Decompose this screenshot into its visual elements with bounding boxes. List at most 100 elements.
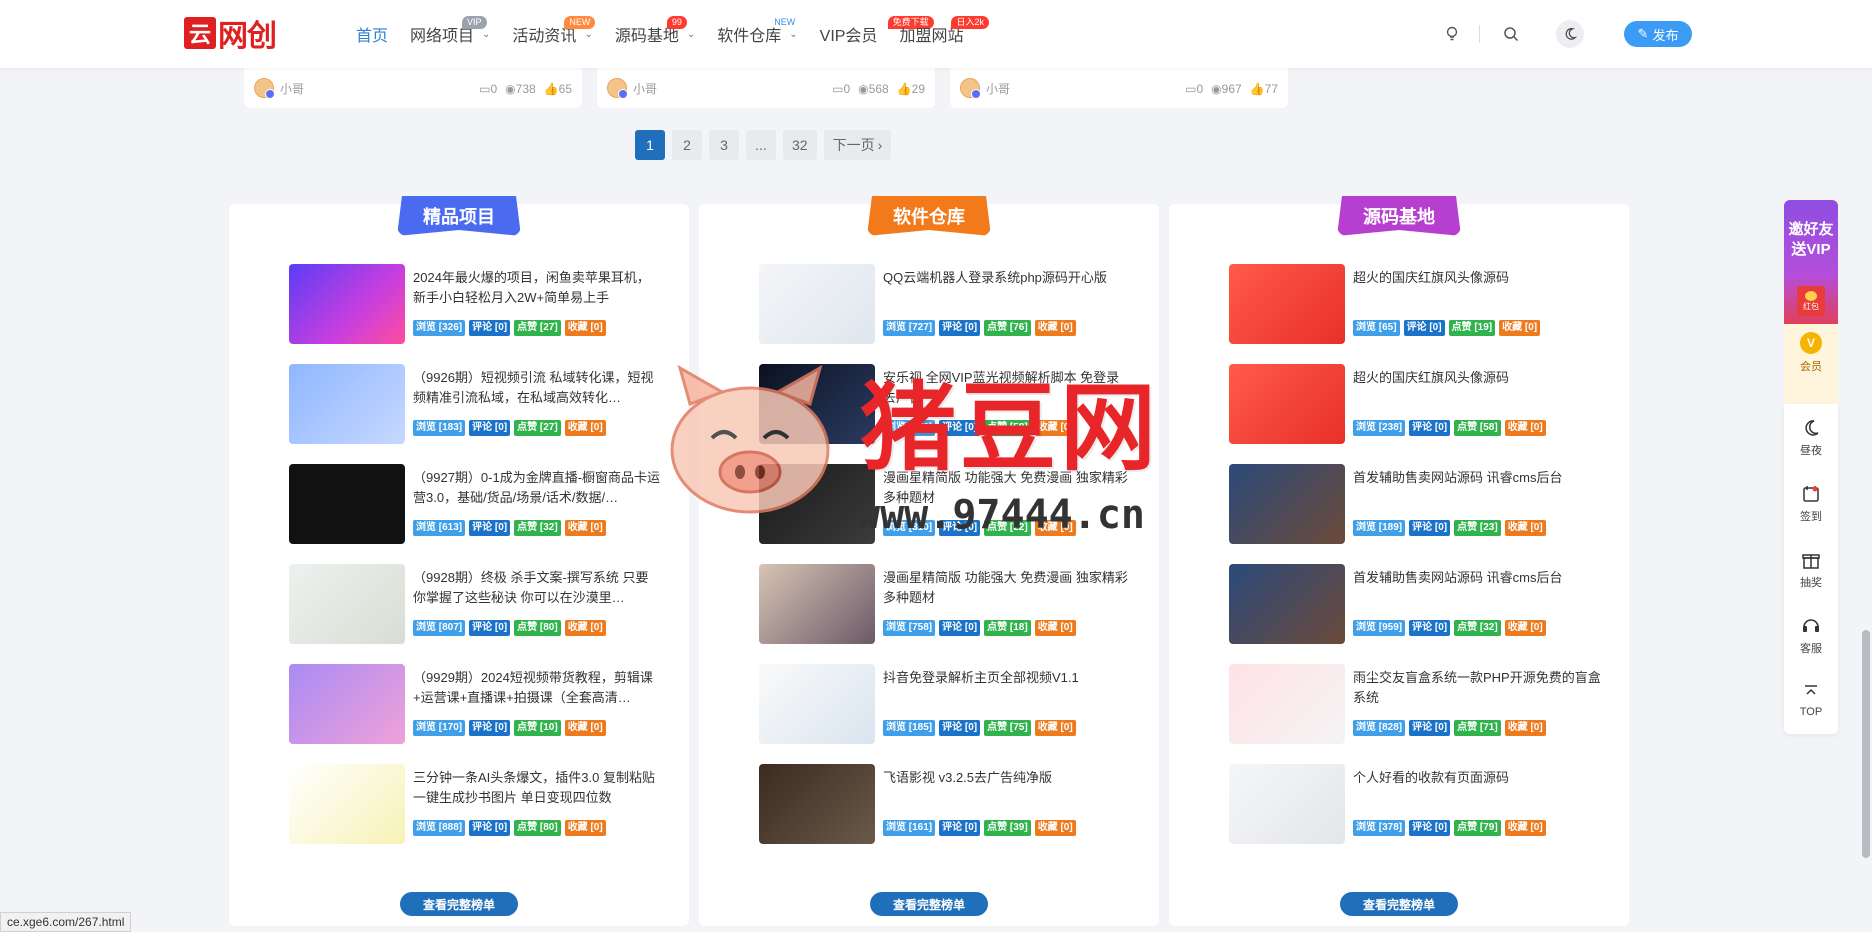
nav-item[interactable]: 活动资讯 NEW ⌄ [512,0,596,68]
item-thumbnail[interactable] [759,664,875,744]
item-title[interactable]: （9929期）2024短视频带货教程，剪辑课+运营课+直播课+拍摄课（全套高清… [413,668,661,708]
item-thumbnail[interactable] [759,764,875,844]
nav-item[interactable]: 首页 [356,0,388,68]
page-button[interactable]: 3 [709,130,739,160]
item-title[interactable]: 漫画星精简版 功能强大 免费漫画 独家精彩 多种题材 [883,568,1131,608]
list-item[interactable]: 首发辅助售卖网站源码 讯睿cms后台 浏览 [959] 评论 [0] 点赞 [32] 收… [1229,564,1609,664]
like-count-tag: 点赞 [32] [514,520,561,536]
list-item[interactable]: 飞语影视 v3.2.5去广告纯净版 浏览 [161] 评论 [0] 点赞 [39] 收藏… [759,764,1139,864]
item-thumbnail[interactable] [759,564,875,644]
site-logo[interactable]: 云 网创 [184,15,277,53]
chevron-down-icon: ⌄ [789,28,798,40]
list-item[interactable]: 三分钟一条AI头条爆文，插件3.0 复制粘贴一键生成抄书图片 单日变现四位数 浏览… [289,764,669,864]
list-item[interactable]: （9926期）短视频引流 私域转化课，短视频精准引流私域，在私域高效转化… 浏览 … [289,364,669,464]
item-thumbnail[interactable] [759,264,875,344]
item-title[interactable]: （9926期）短视频引流 私域转化课，短视频精准引流私域，在私域高效转化… [413,368,661,408]
item-title[interactable]: 安乐视 全网VIP蓝光视频解析脚本 免登录 去广告 [883,368,1131,408]
item-thumbnail[interactable] [759,364,875,444]
invite-friends-button[interactable]: 邀好友送VIP 红包 [1784,200,1838,324]
header-actions: ✎ 发布 [1421,0,1692,68]
item-thumbnail[interactable] [289,364,405,444]
list-item[interactable]: 抖音免登录解析主页全部视频V1.1 浏览 [185] 评论 [0] 点赞 [75] 收藏… [759,664,1139,764]
next-page-button[interactable]: 下一页 › [823,130,892,160]
page-button[interactable]: ... [746,130,776,160]
status-bar-url: ce.xge6.com/267.html [0,912,132,932]
item-title[interactable]: 个人好看的收款有页面源码 [1353,768,1601,808]
page-button[interactable]: 2 [672,130,702,160]
post-author[interactable]: 小哥 [960,78,1010,99]
comment-icon: ▭ [479,82,491,96]
item-thumbnail[interactable] [1229,364,1345,444]
item-thumbnail[interactable] [1229,664,1345,744]
list-item[interactable]: 2024年最火爆的项目，闲鱼卖苹果耳机，新手小白轻松月入2W+简单易上手 浏览 [… [289,264,669,364]
view-full-ranking-button[interactable]: 查看完整榜单 [1340,892,1458,916]
item-title[interactable]: 雨尘交友盲盒系统一款PHP开源免费的盲盒系统 [1353,668,1601,708]
toolbar-button-2[interactable]: 抽奖 [1784,536,1838,602]
favorite-count-tag: 收藏 [0] [1504,820,1546,836]
dark-mode-toggle[interactable] [1556,20,1584,48]
item-title[interactable]: （9928期）终极 杀手文案-撰写系统 只要你掌握了这些秘诀 你可以在沙漠里… [413,568,661,608]
item-title[interactable]: 抖音免登录解析主页全部视频V1.1 [883,668,1131,708]
list-item[interactable]: （9927期）0-1成为金牌直播-橱窗商品卡运营3.0，基础/货品/场景/话术/… [289,464,669,564]
list-item[interactable]: 雨尘交友盲盒系统一款PHP开源免费的盲盒系统 浏览 [828] 评论 [0] 点赞 [… [1229,664,1609,764]
item-title[interactable]: （9927期）0-1成为金牌直播-橱窗商品卡运营3.0，基础/货品/场景/话术/… [413,468,661,508]
view-full-ranking-button[interactable]: 查看完整榜单 [870,892,988,916]
list-item[interactable]: 超火的国庆红旗风头像源码 浏览 [65] 评论 [0] 点赞 [19] 收藏 [0] [1229,264,1609,364]
toolbar-button-0[interactable]: 昼夜 [1784,404,1838,470]
item-title[interactable]: 三分钟一条AI头条爆文，插件3.0 复制粘贴一键生成抄书图片 单日变现四位数 [413,768,661,808]
favorite-count-tag: 收藏 [0] [564,320,606,336]
list-item[interactable]: 安乐视 全网VIP蓝光视频解析脚本 免登录 去广告 浏览 [178] 评论 [0] 点… [759,364,1139,464]
toolbar-button-label: 昼夜 [1800,445,1822,457]
view-full-ranking-button[interactable]: 查看完整榜单 [400,892,518,916]
list-item[interactable]: 漫画星精简版 功能强大 免费漫画 独家精彩 多种题材 浏览 [310] 评论 [0]… [759,464,1139,564]
item-title[interactable]: 超火的国庆红旗风头像源码 [1353,368,1601,408]
page-button[interactable]: 1 [635,130,665,160]
like-count-tag: 点赞 [23] [1454,520,1501,536]
toolbar-button-1[interactable]: 签到 [1784,470,1838,536]
nav-item[interactable]: 加盟网站 日入2k [899,0,989,68]
search-icon[interactable] [1496,19,1526,49]
favorite-count-tag: 收藏 [0] [564,820,606,836]
item-thumbnail[interactable] [1229,264,1345,344]
item-thumbnail[interactable] [289,464,405,544]
post-author[interactable]: 小哥 [607,78,657,99]
list-item[interactable]: （9928期）终极 杀手文案-撰写系统 只要你掌握了这些秘诀 你可以在沙漠里… 浏… [289,564,669,664]
page-button[interactable]: 32 [783,130,817,160]
item-thumbnail[interactable] [289,764,405,844]
item-thumbnail[interactable] [289,664,405,744]
page-scrollbar[interactable] [1862,630,1870,858]
like-count-tag: 点赞 [80] [514,620,561,636]
nav-item[interactable]: 网络项目 VIP ⌄ [410,0,490,68]
post-author[interactable]: 小哥 [254,78,304,99]
list-item[interactable]: 首发辅助售卖网站源码 讯睿cms后台 浏览 [189] 评论 [0] 点赞 [23] 收… [1229,464,1609,564]
publish-button[interactable]: ✎ 发布 [1624,21,1692,47]
item-thumbnail[interactable] [1229,564,1345,644]
item-thumbnail[interactable] [289,564,405,644]
item-thumbnail[interactable] [289,264,405,344]
list-item[interactable]: 超火的国庆红旗风头像源码 浏览 [238] 评论 [0] 点赞 [58] 收藏 [0] [1229,364,1609,464]
floating-toolbar: 邀好友送VIP 红包 V 会员 昼夜签到 抽奖 客服 TOP [1784,200,1838,734]
item-title[interactable]: 飞语影视 v3.2.5去广告纯净版 [883,768,1131,808]
item-title[interactable]: 2024年最火爆的项目，闲鱼卖苹果耳机，新手小白轻松月入2W+简单易上手 [413,268,661,308]
item-title[interactable]: 首发辅助售卖网站源码 讯睿cms后台 [1353,568,1601,608]
nav-item[interactable]: 软件仓库 NEW ⌄ [717,0,797,68]
list-item[interactable]: QQ云端机器人登录系统php源码开心版 浏览 [727] 评论 [0] 点赞 [76]… [759,264,1139,364]
item-title[interactable]: 首发辅助售卖网站源码 讯睿cms后台 [1353,468,1601,508]
chevron-down-icon: ⌄ [686,28,696,40]
item-thumbnail[interactable] [1229,764,1345,844]
item-title[interactable]: 超火的国庆红旗风头像源码 [1353,268,1601,308]
toolbar-button-4[interactable]: TOP [1784,668,1838,734]
item-title[interactable]: QQ云端机器人登录系统php源码开心版 [883,268,1131,308]
item-thumbnail[interactable] [759,464,875,544]
nav-item[interactable]: VIP会员 免费下载 [820,0,934,68]
nav-item[interactable]: 源码基地 99 ⌄ [615,0,695,68]
item-thumbnail[interactable] [1229,464,1345,544]
list-item[interactable]: 漫画星精简版 功能强大 免费漫画 独家精彩 多种题材 浏览 [758] 评论 [0]… [759,564,1139,664]
like-count-tag: 点赞 [39] [984,820,1031,836]
vip-button[interactable]: V 会员 [1784,324,1838,404]
toolbar-button-3[interactable]: 客服 [1784,602,1838,668]
list-item[interactable]: （9929期）2024短视频带货教程，剪辑课+运营课+直播课+拍摄课（全套高清…… [289,664,669,764]
lightbulb-icon[interactable] [1437,19,1467,49]
list-item[interactable]: 个人好看的收款有页面源码 浏览 [378] 评论 [0] 点赞 [79] 收藏 [0] [1229,764,1609,864]
item-title[interactable]: 漫画星精简版 功能强大 免费漫画 独家精彩 多种题材 [883,468,1131,508]
